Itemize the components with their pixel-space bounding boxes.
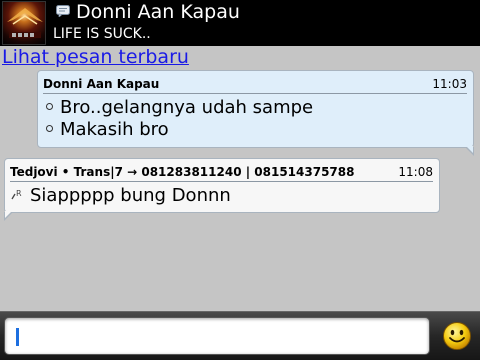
message-sender: Tedjovi • Trans|7 → 081283811240 | 08151…: [10, 165, 355, 179]
chat-header: Donni Aan Kapau LIFE IS SUCK..: [0, 0, 480, 46]
smiley-icon[interactable]: [442, 321, 472, 351]
outgoing-message-bubble[interactable]: Tedjovi • Trans|7 → 081283811240 | 08151…: [4, 158, 440, 221]
read-r-icon: R: [11, 189, 22, 200]
composer-bar: [0, 311, 480, 360]
avatar-logo-icon: [7, 8, 43, 38]
incoming-message-bubble[interactable]: Donni Aan Kapau 11:03 Bro..gelangnya uda…: [37, 70, 474, 156]
contact-name: Donni Aan Kapau: [76, 1, 240, 23]
view-latest-messages-link[interactable]: Lihat pesan terbaru: [2, 46, 189, 68]
message-input[interactable]: [4, 317, 430, 355]
message-line: R Siappppp bung Donnn: [11, 184, 231, 208]
message-time: 11:03: [432, 77, 467, 91]
bubble-tail: [4, 211, 13, 221]
bullet-icon: [46, 103, 53, 110]
message-time: 11:08: [398, 165, 433, 179]
message-line: Bro..gelangnya udah sampe: [46, 97, 313, 119]
message-header: Tedjovi • Trans|7 → 081283811240 | 08151…: [10, 162, 433, 182]
message-sender: Donni Aan Kapau: [43, 77, 160, 91]
avatar[interactable]: [2, 1, 46, 45]
bullet-icon: [46, 125, 53, 132]
message-text: Makasih bro: [60, 119, 169, 140]
message-text: Siappppp bung Donnn: [30, 185, 231, 206]
message-line: Makasih bro: [46, 119, 313, 141]
message-text: Bro..gelangnya udah sampe: [60, 97, 314, 118]
text-cursor: [16, 328, 19, 346]
bubble-tail: [465, 146, 474, 156]
message-header: Donni Aan Kapau 11:03: [43, 74, 467, 94]
svg-text:R: R: [16, 189, 22, 198]
message-body: Bro..gelangnya udah sampe Makasih bro: [46, 97, 313, 141]
status-message: LIFE IS SUCK..: [53, 26, 151, 42]
chat-bubble-icon: [56, 5, 70, 17]
